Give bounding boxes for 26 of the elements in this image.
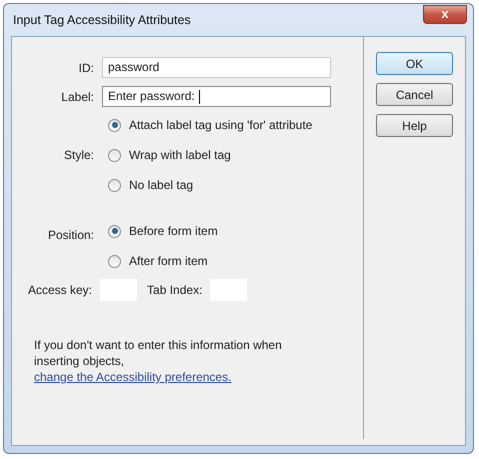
dialog-button[interactable]: Help: [376, 114, 453, 137]
group-label: Position:: [46, 227, 95, 242]
radio-label[interactable]: Wrap with label tag: [129, 148, 231, 162]
info-text: If you don't want to enter this information when inserting objects, change the Accessibility preferences.: [34, 337, 283, 385]
radio-button[interactable]: [108, 118, 121, 132]
field-label: Access key:: [28, 283, 92, 297]
text-cursor: [198, 90, 200, 104]
dialog-button[interactable]: OK: [376, 52, 453, 75]
dialog-button[interactable]: Cancel: [376, 83, 453, 106]
radio-button[interactable]: [108, 178, 121, 192]
group-label: Style:: [62, 148, 95, 162]
window-title: Input Tag Accessibility Attributes: [13, 13, 191, 27]
radio-button[interactable]: [108, 224, 121, 238]
radio-label[interactable]: Before form item: [129, 224, 218, 238]
radio-label[interactable]: No label tag: [129, 178, 194, 192]
preferences-link[interactable]: change the Accessibility preferences.: [34, 370, 232, 384]
field-label: ID:: [78, 60, 95, 74]
close-button[interactable]: x: [423, 4, 467, 24]
text-field[interactable]: Enter password:: [102, 86, 331, 107]
text-field[interactable]: password: [102, 57, 331, 78]
radio-button[interactable]: [108, 148, 121, 162]
field-label: Label:: [60, 90, 95, 104]
radio-label[interactable]: Attach label tag using 'for' attribute: [129, 118, 312, 132]
field-label: Tab Index:: [147, 283, 202, 297]
radio-label[interactable]: After form item: [129, 254, 208, 268]
radio-button[interactable]: [108, 254, 121, 268]
